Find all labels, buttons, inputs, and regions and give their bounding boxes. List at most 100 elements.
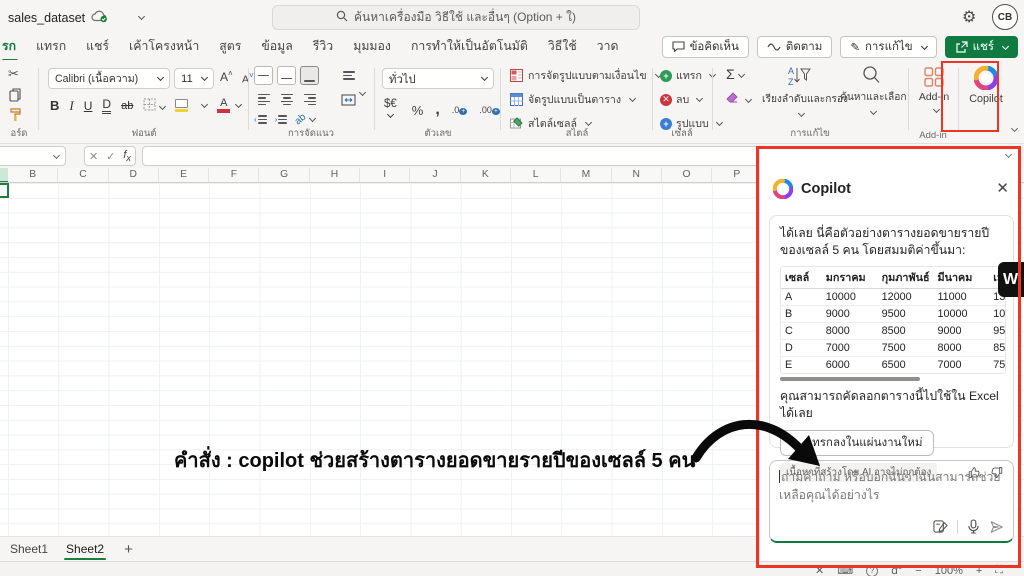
wrap-text-button[interactable] [339,66,358,85]
increase-font-icon[interactable]: A˄ [220,69,233,84]
people-icon[interactable]: ꭤ° [891,563,902,576]
close-pane-icon[interactable]: ✕ [996,179,1009,197]
catch-up-button[interactable]: ติดตาม [757,36,832,58]
fx-icon[interactable]: fx [123,149,131,163]
addin-button[interactable]: Add-in [918,66,950,117]
ribbon-tab-7[interactable]: มุมมอง [343,33,401,62]
strikethrough-button[interactable]: ab [121,100,133,112]
ribbon-tab-10[interactable]: วาด [587,33,629,62]
sort-filter-button[interactable]: AZ เรียงลำดับและกรอง [762,64,836,121]
help-icon[interactable]: ? [866,565,878,576]
conditional-formatting-button[interactable]: การจัดรูปแบบตามเงื่อนไข [510,67,661,84]
orientation-button[interactable]: ab [293,112,309,128]
align-center-button[interactable] [277,90,296,109]
prompt-guide-icon[interactable] [933,519,948,534]
ribbon-tab-8[interactable]: การทำให้เป็นอัตโนมัติ [401,33,538,62]
search-input[interactable]: ค้นหาเครื่องมือ วิธีใช้ และอื่นๆ (Option… [272,5,640,30]
column-header-k[interactable]: K [461,168,511,182]
number-format-select[interactable]: ทั่วไป [382,68,494,89]
sheet-tab-sheet2[interactable]: Sheet2 [64,539,106,559]
column-header-a[interactable] [0,168,8,182]
ribbon-tab-1[interactable]: แทรก [26,33,76,62]
double-underline-button[interactable]: D [102,97,111,114]
bold-button[interactable]: B [50,98,59,113]
microphone-icon[interactable] [967,519,980,534]
clear-button[interactable] [726,92,751,107]
copilot-ribbon-button[interactable]: Copilot [960,60,1012,144]
send-icon[interactable] [989,520,1004,534]
align-left-button[interactable] [254,90,273,109]
zoom-out-icon[interactable]: − [915,565,921,576]
comma-format-button[interactable]: , [435,101,439,119]
ribbon-tab-0[interactable]: รก [0,33,26,62]
column-header-d[interactable]: D [109,168,159,182]
percent-format-button[interactable]: % [412,103,424,118]
name-box[interactable] [0,146,66,166]
column-header-g[interactable]: G [259,168,309,182]
active-cell[interactable] [0,183,9,198]
align-top-button[interactable] [254,66,273,85]
add-sheet-button[interactable]: + [124,541,133,558]
find-select-button[interactable]: ค้นหาและเลือก [840,64,902,119]
column-header-c[interactable]: C [58,168,108,182]
settings-gear-icon[interactable]: ⚙ [962,7,976,27]
accessibility-icon[interactable]: ✕ [815,564,824,576]
column-header-e[interactable]: E [159,168,209,182]
column-header-h[interactable]: H [310,168,360,182]
align-middle-button[interactable] [277,66,296,85]
font-name-select[interactable]: Calibri (เนื้อความ) [48,68,170,89]
confirm-entry-icon[interactable]: ✓ [106,150,115,163]
align-bottom-button[interactable] [300,66,319,85]
font-size-select[interactable]: 11 [174,68,214,89]
column-header-p[interactable]: P [712,168,762,182]
insert-into-sheet-button[interactable]: + แทรกลงในแผ่นงานใหม่ [780,430,934,456]
column-header-i[interactable]: I [360,168,410,182]
column-header-b[interactable]: B [8,168,58,182]
borders-button[interactable] [143,98,165,114]
italic-button[interactable]: I [69,98,73,114]
keyboard-icon[interactable]: ⌨ [837,564,853,576]
format-painter-icon[interactable] [9,108,22,125]
cut-icon[interactable]: ✂ [8,66,19,82]
currency-format-button[interactable]: $€ [384,98,400,122]
ribbon-tab-4[interactable]: สูตร [209,33,251,62]
table-scrollbar[interactable] [780,377,920,381]
ribbon-tab-3[interactable]: เค้าโครงหน้า [119,33,209,62]
underline-button[interactable]: U [84,99,93,113]
autosum-button[interactable]: Σ [726,66,744,82]
delete-cells-button[interactable]: ✕ ลบ [660,91,702,108]
decrease-decimal-button[interactable]: .00+ [479,105,500,115]
ribbon-tab-9[interactable]: วิธีใช้ [538,33,587,62]
column-header-j[interactable]: J [410,168,460,182]
ribbon-tab-5[interactable]: ข้อมูล [251,33,302,62]
column-header-o[interactable]: O [662,168,712,182]
merge-center-button[interactable] [339,90,358,109]
document-title-area[interactable]: sales_dataset [8,9,144,26]
editing-mode-button[interactable]: ✎ การแก้ไข [840,36,936,58]
cancel-entry-icon[interactable]: ✕ [89,150,98,163]
sheet-tab-sheet1[interactable]: Sheet1 [8,539,50,559]
column-header-f[interactable]: F [209,168,259,182]
decrease-indent-button[interactable]: ‹ [254,115,267,124]
avatar[interactable]: CB [992,4,1018,30]
increase-indent-button[interactable]: › [275,115,288,124]
insert-cells-button[interactable]: + แทรก [660,67,715,84]
pane-collapse-chevron-icon[interactable] [1005,151,1012,158]
comments-button[interactable]: ข้อคิดเห็น [662,36,749,58]
column-header-n[interactable]: N [612,168,662,182]
font-color-button[interactable]: A [217,98,230,113]
fill-color-button[interactable] [175,99,188,113]
copilot-input-box[interactable]: ถามคำถาม หรือบอกฉันว่าฉันสามารถช่วยเหลือ… [769,460,1014,543]
ribbon-tab-6[interactable]: รีวิว [303,33,343,62]
share-button[interactable]: แชร์ [945,36,1018,58]
copy-icon[interactable] [9,88,21,105]
fullscreen-icon[interactable]: ⛶ [995,564,1003,576]
increase-decimal-button[interactable]: .0+ [452,105,468,115]
ribbon-tab-2[interactable]: แชร์ [76,33,119,62]
format-as-table-button[interactable]: จัดรูปแบบเป็นตาราง [510,91,635,108]
column-header-m[interactable]: M [561,168,611,182]
title-dropdown-chevron-icon[interactable] [138,13,145,20]
align-right-button[interactable] [300,90,319,109]
zoom-level[interactable]: 100% [935,565,963,576]
column-header-l[interactable]: L [511,168,561,182]
